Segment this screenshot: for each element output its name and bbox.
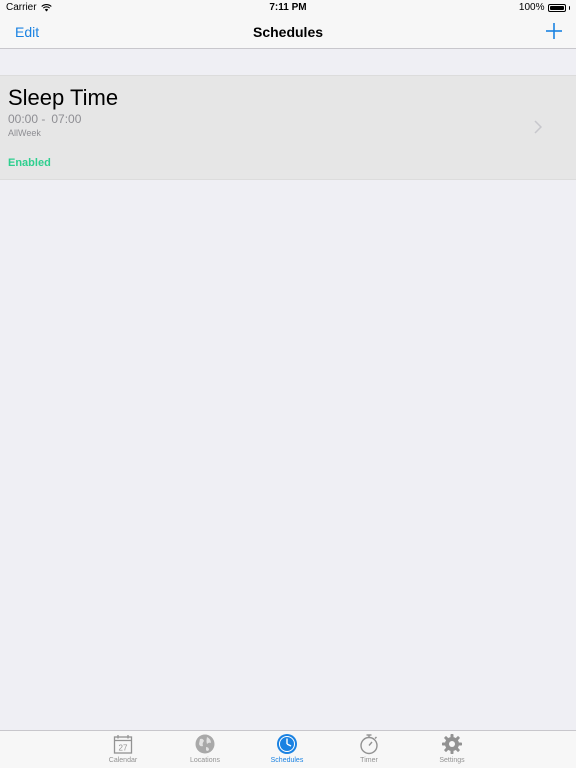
schedule-end-time: 07:00 bbox=[51, 112, 82, 126]
tab-label-schedules: Schedules bbox=[270, 757, 304, 764]
battery-icon bbox=[547, 3, 566, 12]
battery-tip bbox=[568, 5, 570, 10]
tab-timer[interactable]: Timer bbox=[339, 733, 399, 768]
tab-schedules[interactable]: Schedules bbox=[257, 733, 317, 768]
tab-label-calendar: Calendar bbox=[108, 757, 138, 764]
plus-icon bbox=[546, 23, 562, 39]
chevron-right-icon bbox=[534, 120, 542, 134]
status-right: 100% bbox=[519, 2, 570, 13]
schedule-status: Enabled bbox=[8, 157, 51, 169]
tab-calendar[interactable]: 27 Calendar bbox=[93, 733, 153, 768]
tab-label-locations: Locations bbox=[190, 757, 220, 764]
status-time: 7:11 PM bbox=[269, 2, 307, 13]
globe-icon bbox=[195, 734, 215, 754]
tab-label-settings: Settings bbox=[439, 757, 465, 764]
navigation-bar: Edit Schedules bbox=[0, 16, 576, 49]
screen: Carrier 7:11 PM 100% Edit Schedules Slee… bbox=[0, 0, 576, 768]
schedule-row[interactable]: Sleep Time 00:00 - 07:00 AllWeek Enabled bbox=[0, 75, 576, 180]
gear-icon bbox=[442, 734, 462, 754]
schedule-start-time: 00:00 - bbox=[8, 112, 46, 126]
schedule-title: Sleep Time bbox=[8, 85, 119, 110]
clock-icon bbox=[277, 734, 297, 754]
status-bar: Carrier 7:11 PM 100% bbox=[0, 0, 576, 16]
tab-label-timer: Timer bbox=[360, 757, 378, 764]
schedule-time-range: 00:00 - 07:00 bbox=[8, 112, 81, 126]
page-title: Schedules bbox=[252, 24, 324, 40]
tab-settings[interactable]: Settings bbox=[422, 733, 482, 768]
tab-locations[interactable]: Locations bbox=[175, 733, 235, 768]
add-schedule-button[interactable] bbox=[544, 21, 564, 41]
battery-fill bbox=[549, 5, 564, 10]
calendar-day-number: 27 bbox=[119, 744, 128, 753]
battery-percent: 100% bbox=[518, 2, 545, 13]
schedule-days: AllWeek bbox=[8, 128, 41, 138]
stopwatch-icon bbox=[360, 734, 378, 755]
tab-bar: 27 Calendar Locations Schedules Timer Se… bbox=[0, 730, 576, 768]
calendar-icon: 27 bbox=[113, 735, 133, 754]
